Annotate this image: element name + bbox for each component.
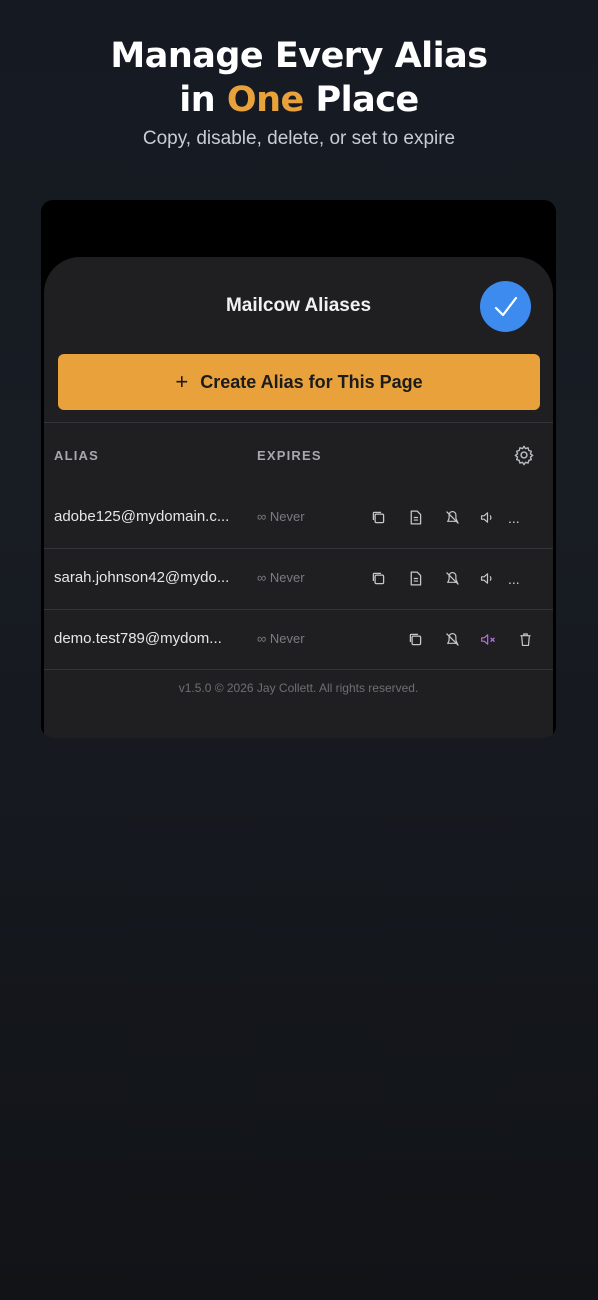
more-icon[interactable]: ...	[508, 511, 520, 525]
extension-panel: Mailcow Aliases + Create Alias for This …	[44, 257, 553, 738]
mute-icon[interactable]	[478, 629, 498, 649]
note-icon[interactable]	[405, 568, 425, 588]
gear-icon[interactable]	[513, 444, 535, 466]
speaker-icon[interactable]	[477, 507, 497, 527]
alias-address[interactable]: adobe125@mydomain.c...	[54, 487, 229, 547]
note-icon[interactable]	[405, 507, 425, 527]
alias-address[interactable]: sarah.johnson42@mydo...	[54, 548, 229, 608]
alias-row: sarah.johnson42@mydo... ∞ Never ...	[44, 548, 553, 608]
alias-expires[interactable]: ∞ Never	[257, 548, 305, 608]
panel-title: Mailcow Aliases	[225, 295, 372, 316]
alias-row: adobe125@mydomain.c... ∞ Never ...	[44, 487, 553, 547]
footer-text: v1.5.0 © 2026 Jay Collett. All rights re…	[178, 681, 419, 695]
disable-icon[interactable]	[442, 629, 462, 649]
headline-accent: One	[226, 80, 304, 120]
headline-line-2: in One Place	[0, 78, 598, 122]
create-alias-label: Create Alias for This Page	[200, 371, 423, 392]
hero-subtitle: Copy, disable, delete, or set to expire	[142, 128, 456, 149]
headline-prefix: in	[179, 80, 227, 120]
copy-icon[interactable]	[368, 568, 388, 588]
checkmark-icon	[494, 296, 517, 316]
copy-icon[interactable]	[368, 507, 388, 527]
plus-icon: +	[175, 369, 189, 394]
trash-icon[interactable]	[515, 629, 535, 649]
column-header-expires: EXPIRES	[257, 448, 322, 463]
alias-expires[interactable]: ∞ Never	[257, 487, 305, 547]
column-header-alias: ALIAS	[54, 448, 99, 463]
headline-line-1: Manage Every Alias	[110, 36, 488, 76]
check-button[interactable]	[480, 281, 531, 332]
create-alias-button[interactable]: + Create Alias for This Page	[58, 354, 540, 410]
alias-expires[interactable]: ∞ Never	[257, 609, 305, 669]
alias-row: demo.test789@mydom... ∞ Never	[44, 609, 553, 669]
screenshot-frame: Mailcow Aliases + Create Alias for This …	[41, 200, 556, 738]
divider	[44, 669, 553, 670]
alias-address[interactable]: demo.test789@mydom...	[54, 609, 222, 669]
headline-suffix: Place	[303, 80, 419, 120]
more-icon[interactable]: ...	[508, 572, 520, 586]
copy-icon[interactable]	[405, 629, 425, 649]
disable-icon[interactable]	[442, 507, 462, 527]
speaker-icon[interactable]	[477, 568, 497, 588]
divider	[44, 422, 553, 423]
disable-icon[interactable]	[442, 568, 462, 588]
